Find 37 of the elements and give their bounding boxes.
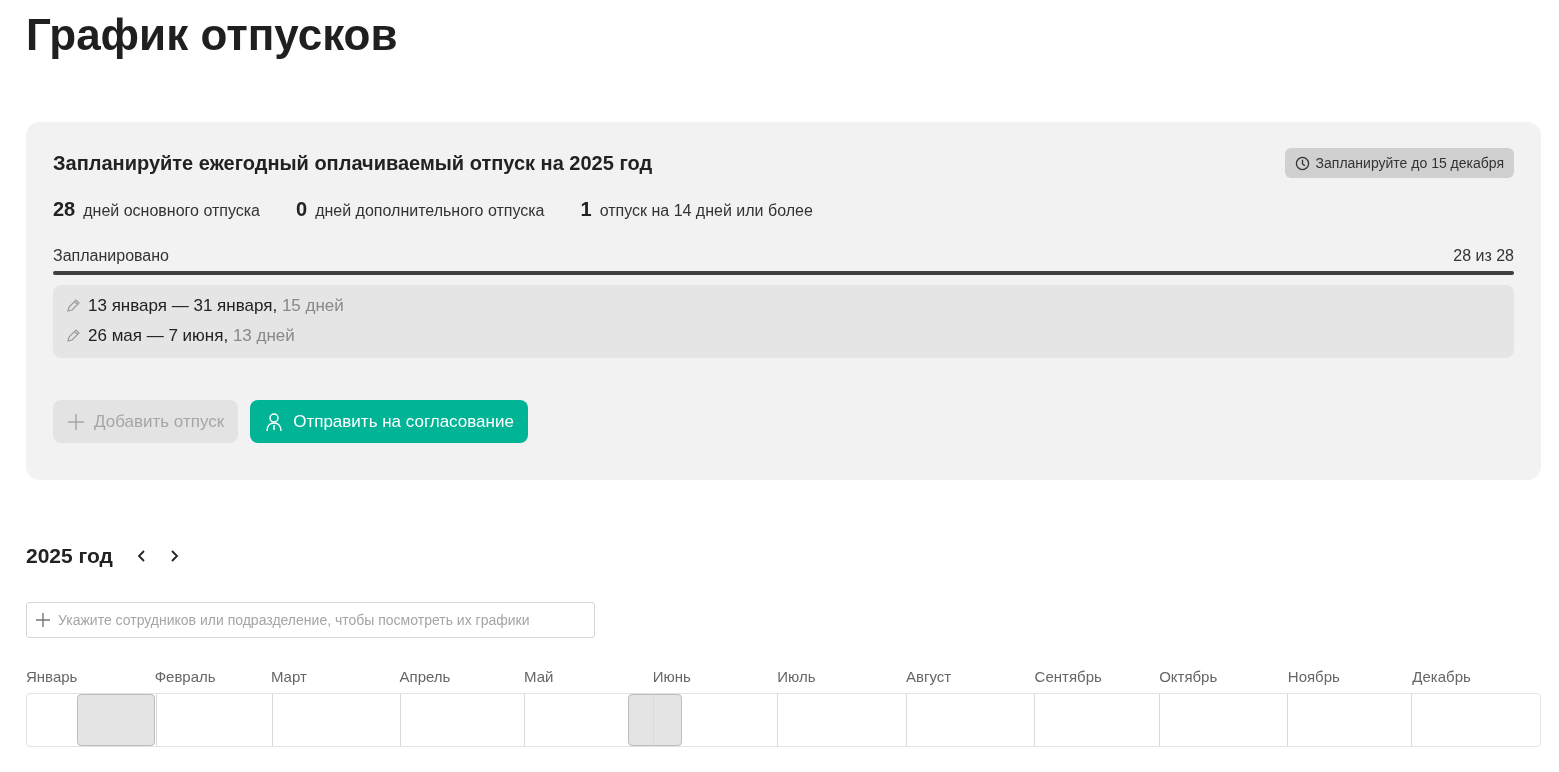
page-title: График отпусков [26,9,399,61]
vacation-period[interactable]: 26 мая — 7 июня, 13 дней [88,326,295,346]
month-label: Август [905,668,953,685]
progress-reading: 28 из 28 [1453,247,1514,265]
stat-value: 1 [580,198,592,221]
vacation-bar[interactable] [628,694,682,746]
stat-label: отпуск на 14 дней или более [599,202,813,220]
stat-label: дней основного отпуска [83,202,260,220]
plus-icon [67,412,85,431]
month-label: Июнь [652,668,692,685]
month-label: Апрель [399,668,452,685]
clock-icon [1294,155,1310,171]
month-label: Декабрь [1412,668,1472,685]
year-title: 2025 год [26,544,113,568]
stat-value: 0 [296,198,308,221]
month-label: Сентябрь [1034,668,1103,685]
card-title: Запланируйте ежегодный оплачиваемый отпуск на 2025 год [53,151,653,175]
person-icon [264,411,285,432]
deadline-badge: Запланируйте до 15 декабря [1284,148,1514,178]
chevron-left-icon [136,549,147,563]
stat-value: 28 [53,198,76,221]
vacation-period[interactable]: 13 января — 31 января, 15 дней [88,296,344,316]
progress-label: Запланировано [53,247,169,265]
employee-search-field[interactable]: Укажите сотрудников или подразделение, чтобы посмотреть их графики [26,602,595,638]
month-label: Ноябрь [1287,668,1341,685]
pencil-icon[interactable] [65,298,81,314]
month-label: Январь [26,668,79,685]
month-label: Февраль [154,668,217,685]
plus-icon [36,613,50,627]
month-label: Октябрь [1159,668,1219,685]
stat-label: дней дополнительного отпуска [315,202,545,220]
pencil-icon[interactable] [65,328,81,344]
vacation-bar[interactable] [76,694,156,746]
month-label: Июль [777,668,817,685]
month-label: Март [270,668,308,685]
chevron-right-icon [168,549,179,563]
month-label: Май [524,668,555,685]
